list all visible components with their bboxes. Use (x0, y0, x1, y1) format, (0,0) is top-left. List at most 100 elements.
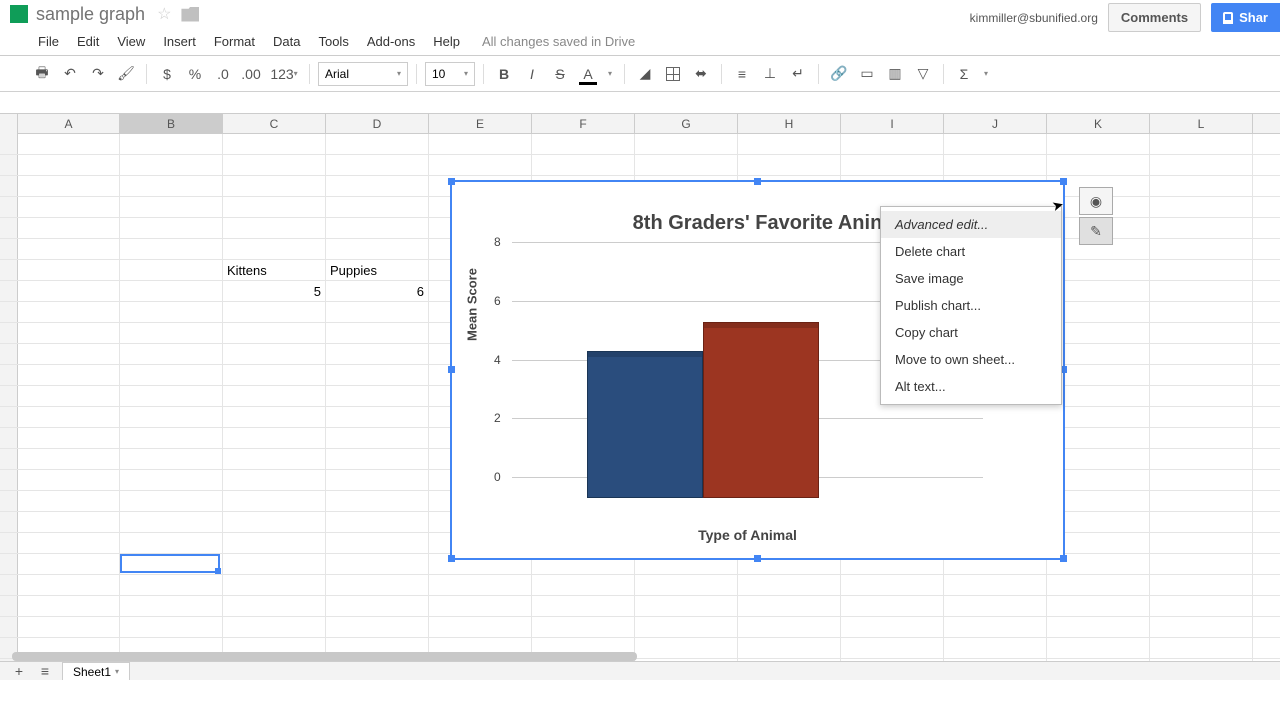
col-header-B[interactable]: B (120, 114, 223, 133)
cell[interactable]: Kittens (223, 260, 326, 280)
cell[interactable] (1150, 386, 1253, 406)
cell[interactable] (18, 386, 120, 406)
cell[interactable] (18, 596, 120, 616)
cell[interactable] (223, 197, 326, 217)
cell[interactable] (223, 407, 326, 427)
cell[interactable] (223, 617, 326, 637)
cell[interactable] (223, 218, 326, 238)
cell[interactable] (841, 617, 944, 637)
cell[interactable] (1150, 239, 1253, 259)
cell[interactable] (635, 575, 738, 595)
cell[interactable] (1150, 365, 1253, 385)
cell[interactable] (223, 428, 326, 448)
cell[interactable] (944, 638, 1047, 658)
cell[interactable]: Puppies (326, 260, 429, 280)
cell[interactable] (1150, 575, 1253, 595)
cell[interactable] (326, 596, 429, 616)
cell[interactable] (326, 428, 429, 448)
cell[interactable] (120, 428, 223, 448)
cell[interactable] (120, 239, 223, 259)
cell[interactable] (532, 155, 635, 175)
cell[interactable] (223, 302, 326, 322)
cell[interactable] (326, 197, 429, 217)
cell[interactable] (738, 134, 841, 154)
cell[interactable] (429, 617, 532, 637)
cell[interactable] (18, 512, 120, 532)
cell[interactable] (429, 575, 532, 595)
cell[interactable] (1047, 575, 1150, 595)
formula-bar[interactable] (0, 92, 1280, 114)
view-mode-icon[interactable]: ◉ (1079, 187, 1113, 215)
cell[interactable] (532, 575, 635, 595)
cell[interactable] (223, 512, 326, 532)
row-header[interactable] (0, 470, 18, 490)
cell[interactable] (18, 302, 120, 322)
col-header-G[interactable]: G (635, 114, 738, 133)
row-header[interactable] (0, 554, 18, 574)
row-header[interactable] (0, 134, 18, 154)
row-header[interactable] (0, 344, 18, 364)
row-header[interactable] (0, 323, 18, 343)
menu-view[interactable]: View (109, 30, 153, 53)
document-title[interactable]: sample graph (36, 4, 145, 25)
row-header[interactable] (0, 197, 18, 217)
chart-bar[interactable] (587, 351, 703, 498)
cell[interactable] (429, 134, 532, 154)
cell[interactable] (120, 533, 223, 553)
select-all-corner[interactable] (0, 114, 18, 134)
font-size-select[interactable]: 10▾ (425, 62, 475, 86)
resize-handle[interactable] (448, 178, 455, 185)
cell[interactable] (738, 155, 841, 175)
cell[interactable] (18, 428, 120, 448)
menu-edit[interactable]: Edit (69, 30, 107, 53)
row-header[interactable] (0, 386, 18, 406)
cell[interactable] (1150, 470, 1253, 490)
cell[interactable] (326, 134, 429, 154)
redo-icon[interactable]: ↷ (86, 62, 110, 86)
cell[interactable] (532, 134, 635, 154)
col-header-H[interactable]: H (738, 114, 841, 133)
cell[interactable] (120, 470, 223, 490)
cell[interactable] (326, 302, 429, 322)
row-header[interactable] (0, 239, 18, 259)
ctx-save-image[interactable]: Save image (881, 265, 1061, 292)
ctx-publish-chart[interactable]: Publish chart... (881, 292, 1061, 319)
cell[interactable] (944, 596, 1047, 616)
chart[interactable]: 8th Graders' Favorite Anin Mean Score Ty… (450, 180, 1065, 560)
menu-format[interactable]: Format (206, 30, 263, 53)
cell[interactable] (429, 155, 532, 175)
percent-button[interactable]: % (183, 62, 207, 86)
menu-help[interactable]: Help (425, 30, 468, 53)
row-header[interactable] (0, 491, 18, 511)
cell[interactable] (635, 134, 738, 154)
add-sheet-icon[interactable]: + (10, 663, 28, 679)
resize-handle[interactable] (754, 555, 761, 562)
cell[interactable] (1047, 134, 1150, 154)
cell[interactable] (120, 218, 223, 238)
row-header[interactable] (0, 428, 18, 448)
cell[interactable] (326, 155, 429, 175)
cell[interactable] (120, 260, 223, 280)
number-format-button[interactable]: 123▾ (267, 62, 301, 86)
cell[interactable] (18, 134, 120, 154)
cell[interactable] (1150, 596, 1253, 616)
cell[interactable] (1150, 449, 1253, 469)
cell[interactable] (841, 638, 944, 658)
cell[interactable] (18, 239, 120, 259)
cell[interactable] (18, 197, 120, 217)
cell[interactable] (120, 281, 223, 301)
menu-data[interactable]: Data (265, 30, 308, 53)
cell[interactable] (120, 386, 223, 406)
row-header[interactable] (0, 260, 18, 280)
cell[interactable] (841, 155, 944, 175)
bold-button[interactable]: B (492, 62, 516, 86)
cell[interactable] (635, 638, 738, 658)
cell[interactable] (120, 176, 223, 196)
cell[interactable] (1150, 260, 1253, 280)
cell[interactable]: 6 (326, 281, 429, 301)
cell[interactable] (223, 470, 326, 490)
cell[interactable] (326, 491, 429, 511)
row-header[interactable] (0, 449, 18, 469)
cell[interactable] (223, 365, 326, 385)
sheet-tab[interactable]: Sheet1▾ (62, 662, 130, 681)
